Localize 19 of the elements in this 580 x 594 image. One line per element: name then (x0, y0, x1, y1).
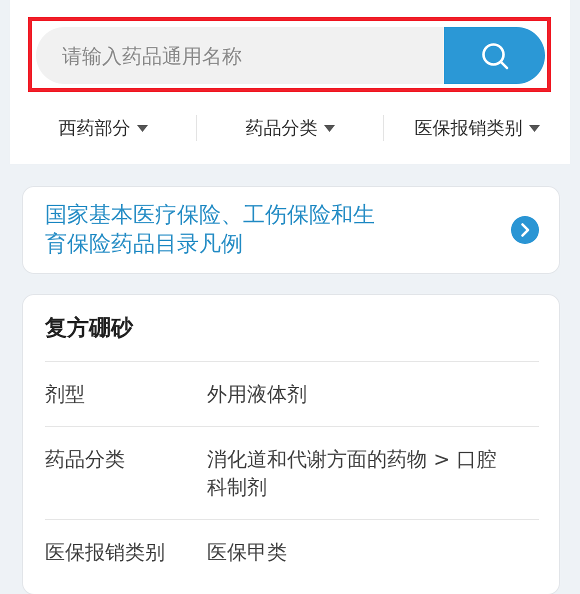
drug-name: 复方硼砂 (45, 307, 539, 362)
caret-icon (324, 124, 334, 132)
filter-dropdown[interactable]: 西药部分 (10, 116, 196, 140)
field-label: 剂型 (45, 381, 86, 408)
search-field[interactable]: 请输入药品通用名称 (36, 27, 444, 84)
caret-icon (528, 124, 540, 132)
field-value: 医保甲类 (207, 539, 288, 566)
filter-dropdown[interactable]: 药品分类 (197, 116, 383, 140)
field-value: 外用液体剂 (207, 381, 308, 408)
field-label: 医保报销类别 (45, 539, 166, 566)
caret-icon (136, 124, 148, 132)
filter-dropdown[interactable]: 医保报销类别 (384, 116, 570, 140)
notice-link[interactable]: 国家基本医疗保险、工伤保险和生育保险药品目录凡例 (45, 201, 380, 259)
chevron-icon (511, 216, 539, 244)
field-label: 药品分类 (45, 446, 126, 473)
search-icon (480, 40, 510, 70)
notice-card[interactable]: 国家基本医疗保险、工伤保险和生育保险药品目录凡例 (22, 186, 560, 274)
field-value: 消化道和代谢方面的药物 > 口腔科制剂 (207, 446, 497, 501)
search-button[interactable] (444, 27, 545, 84)
